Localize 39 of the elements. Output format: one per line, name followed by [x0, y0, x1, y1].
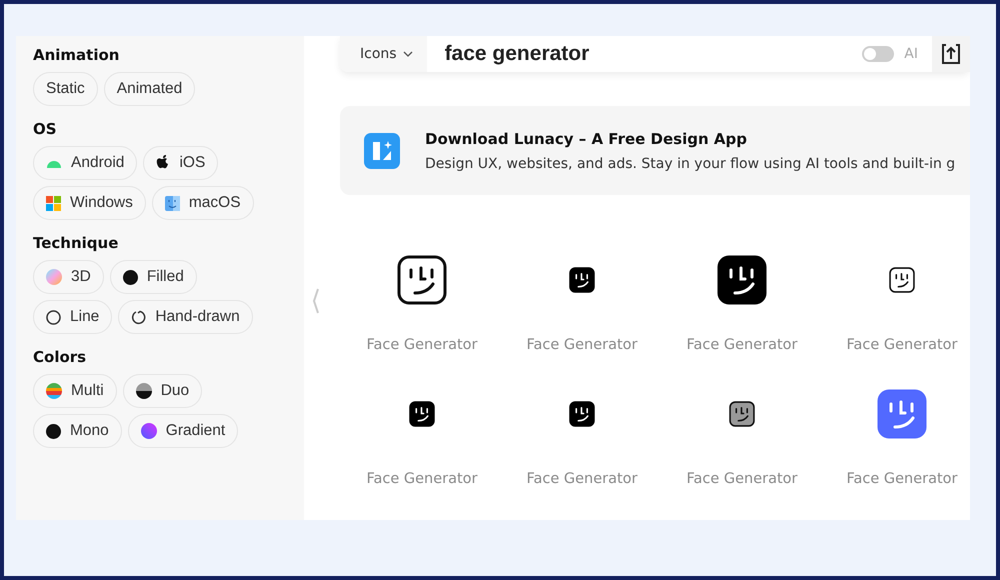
chevron-left-icon[interactable] [312, 288, 320, 314]
apple-icon [156, 155, 170, 171]
filter-chip[interactable]: macOS [152, 186, 254, 220]
filter-chip[interactable]: Animated [104, 72, 196, 106]
filter-heading: Animation [33, 46, 120, 64]
android-icon [46, 158, 62, 168]
gradient-circle-icon [140, 423, 157, 439]
filter-heading: Colors [33, 348, 88, 366]
category-dropdown[interactable]: Icons [340, 36, 427, 72]
filter-heading: OS [33, 120, 58, 138]
sphere-icon [46, 269, 62, 285]
filter-chip[interactable]: iOS [143, 146, 218, 180]
chevron-down-icon [402, 51, 413, 57]
filter-chip[interactable]: Filled [110, 260, 197, 294]
filter-chip[interactable]: 3D [33, 260, 104, 294]
dot-icon [122, 270, 138, 284]
filter-heading: Technique [33, 234, 120, 252]
filter-chip[interactable]: Android [33, 146, 138, 180]
finder-icon [164, 196, 180, 210]
filter-chip[interactable]: Gradient [128, 414, 238, 448]
filter-chip[interactable]: Mono [33, 414, 122, 448]
striped-circle-icon [46, 383, 62, 399]
filter-chip[interactable]: Static [33, 72, 98, 106]
circle-icon [46, 310, 61, 324]
upload-button[interactable] [932, 36, 970, 72]
filter-chip[interactable]: Line [33, 300, 112, 334]
ai-toggle[interactable] [862, 46, 894, 62]
ai-label: AI [904, 46, 918, 62]
upload-icon [940, 43, 962, 65]
filter-chip[interactable]: Hand-drawn [118, 300, 253, 334]
banner-title: Download Lunacy – A Free Design App [425, 130, 748, 148]
windows-icon [46, 196, 61, 210]
banner-text: Design UX, websites, and ads. Stay in your flow using AI tools and built-in g [425, 156, 956, 172]
half-circle-icon [136, 383, 152, 399]
filter-chip[interactable]: Windows [33, 186, 146, 220]
app-logo-icon [364, 132, 400, 168]
filter-chip[interactable]: Multi [33, 374, 117, 408]
dot-icon [46, 424, 61, 438]
filter-chip[interactable]: Duo [122, 374, 202, 408]
